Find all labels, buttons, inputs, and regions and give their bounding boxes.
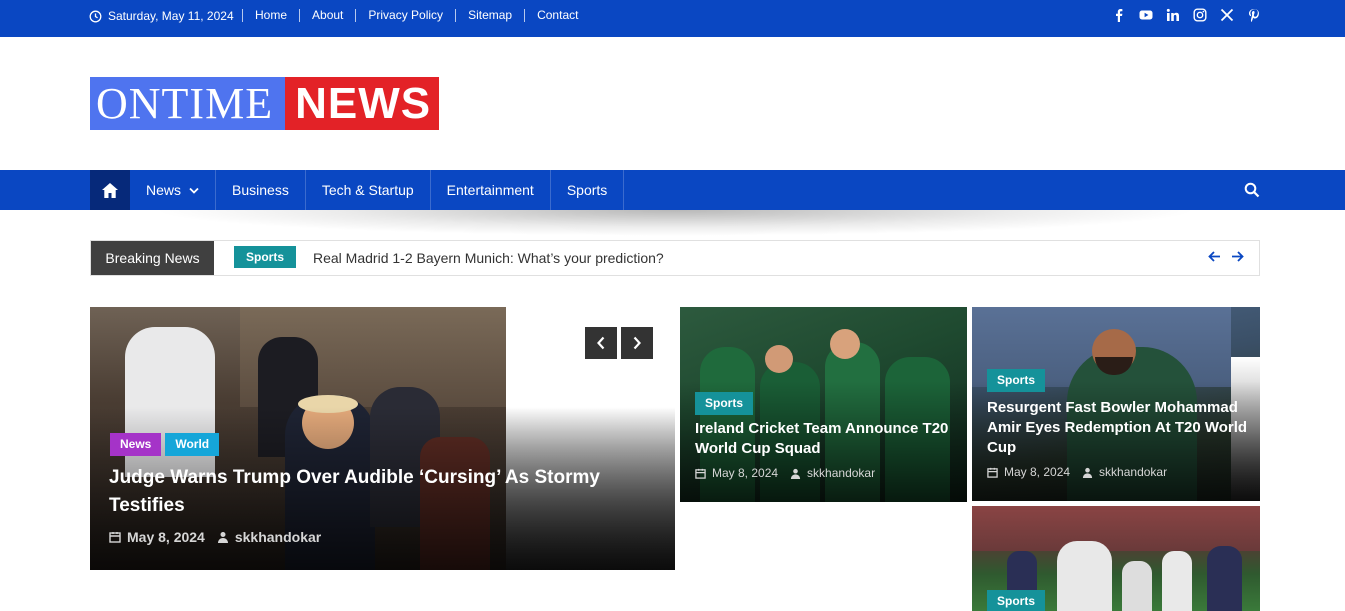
featured-post-meta: May 8, 2024 skkhandokar xyxy=(109,529,321,545)
top-bar: Saturday, May 11, 2024 Home About Privac… xyxy=(0,0,1345,37)
nav-item-tech-startup[interactable]: Tech & Startup xyxy=(306,170,431,210)
featured-post-title[interactable]: Judge Warns Trump Over Audible ‘Cursing’… xyxy=(109,464,629,520)
breaking-news-bar: Breaking News Sports Real Madrid 1-2 Bay… xyxy=(90,240,1260,276)
social-links xyxy=(1112,8,1261,23)
top-link-privacy-policy[interactable]: Privacy Policy xyxy=(355,9,455,22)
top-links: Home About Privacy Policy Sitemap Contac… xyxy=(242,9,590,22)
breaking-news-title[interactable]: Real Madrid 1-2 Bayern Munich: What’s yo… xyxy=(313,250,664,266)
post-author[interactable]: skkhandokar xyxy=(235,529,321,545)
youtube-icon[interactable] xyxy=(1139,8,1153,22)
nav-item-news-label: News xyxy=(146,182,182,198)
post-author[interactable]: skkhandokar xyxy=(1099,465,1167,479)
nav-item-news[interactable]: News xyxy=(130,170,217,210)
clock-icon xyxy=(89,10,102,22)
instagram-icon[interactable] xyxy=(1193,8,1207,22)
top-link-sitemap[interactable]: Sitemap xyxy=(455,9,524,22)
current-date: Saturday, May 11, 2024 xyxy=(89,9,234,23)
user-icon xyxy=(790,468,801,479)
post-title[interactable]: Resurgent Fast Bowler Mohammad Amir Eyes… xyxy=(987,398,1253,458)
top-link-contact[interactable]: Contact xyxy=(524,9,590,22)
logo-text-ontime: ONTIME xyxy=(90,77,286,130)
facebook-icon[interactable] xyxy=(1112,8,1126,22)
slider-next-button[interactable] xyxy=(621,327,653,359)
post-meta: May 8, 2024 skkhandokar xyxy=(695,466,875,480)
chevron-right-icon xyxy=(633,336,641,350)
arrow-right-icon[interactable] xyxy=(1230,249,1245,264)
nav-item-sports[interactable]: Sports xyxy=(551,170,625,210)
pinterest-icon[interactable] xyxy=(1247,8,1261,23)
post-card-football[interactable]: Sports xyxy=(972,506,1260,611)
date-text: Saturday, May 11, 2024 xyxy=(108,9,234,23)
chevron-left-icon xyxy=(597,336,605,350)
post-meta: May 8, 2024 skkhandokar xyxy=(987,465,1167,479)
post-card-mohammad-amir[interactable]: Sports Resurgent Fast Bowler Mohammad Am… xyxy=(972,307,1260,501)
nav-item-entertainment[interactable]: Entertainment xyxy=(431,170,551,210)
featured-slider[interactable]: News World Judge Warns Trump Over Audibl… xyxy=(90,307,675,570)
slider-prev-button[interactable] xyxy=(585,327,617,359)
nav-item-business[interactable]: Business xyxy=(216,170,306,210)
top-link-home[interactable]: Home xyxy=(242,9,299,22)
linkedin-icon[interactable] xyxy=(1166,8,1180,22)
main-nav: News Business Tech & Startup Entertainme… xyxy=(0,170,1345,210)
category-badge-sports[interactable]: Sports xyxy=(987,590,1046,611)
category-badge-news[interactable]: News xyxy=(110,433,162,456)
logo-text-news: NEWS xyxy=(285,77,440,130)
home-button[interactable] xyxy=(90,170,130,210)
breaking-news-label: Breaking News xyxy=(91,241,214,275)
category-badge-world[interactable]: World xyxy=(165,433,220,456)
user-icon xyxy=(217,532,228,543)
x-icon[interactable] xyxy=(1220,8,1234,22)
post-title[interactable]: Ireland Cricket Team Announce T20 World … xyxy=(695,419,955,459)
chevron-down-icon xyxy=(189,187,199,194)
post-date: May 8, 2024 xyxy=(127,529,205,545)
top-link-about[interactable]: About xyxy=(299,9,355,22)
category-badge-sports[interactable]: Sports xyxy=(987,369,1046,392)
post-card-ireland-cricket[interactable]: Sports Ireland Cricket Team Announce T20… xyxy=(680,307,967,502)
category-badge-sports[interactable]: Sports xyxy=(695,392,754,415)
nav-shadow xyxy=(150,210,1200,236)
post-author[interactable]: skkhandokar xyxy=(807,466,875,480)
user-icon xyxy=(1082,467,1093,478)
site-logo[interactable]: ONTIME NEWS xyxy=(90,77,440,130)
arrow-left-icon[interactable] xyxy=(1207,249,1222,264)
search-button[interactable] xyxy=(1244,182,1260,198)
calendar-icon xyxy=(109,532,121,543)
search-icon xyxy=(1244,182,1260,198)
home-icon xyxy=(102,182,118,198)
calendar-icon xyxy=(695,468,706,479)
post-date: May 8, 2024 xyxy=(1004,465,1071,479)
breaking-category-badge[interactable]: Sports xyxy=(234,246,297,268)
post-date: May 8, 2024 xyxy=(712,466,779,480)
calendar-icon xyxy=(987,467,998,478)
ticker-controls xyxy=(1207,249,1245,264)
